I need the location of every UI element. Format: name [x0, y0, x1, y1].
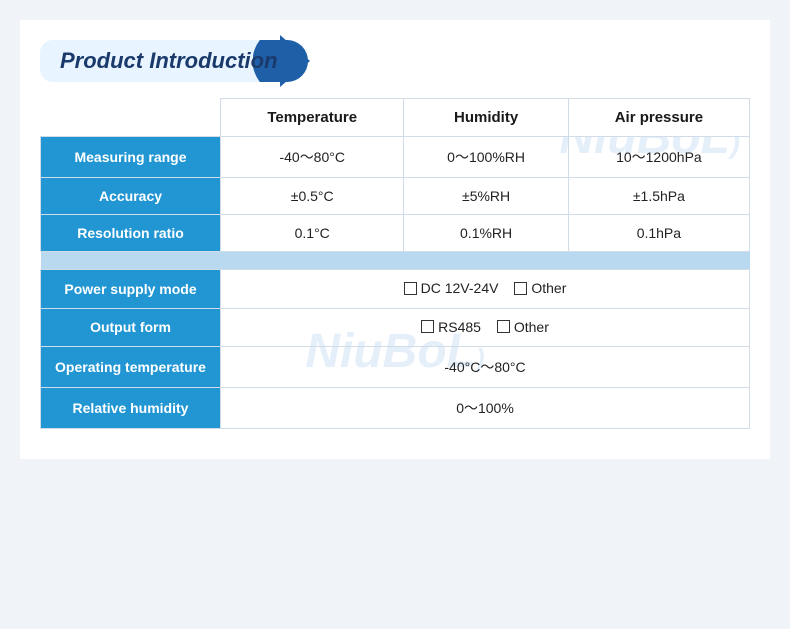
table-row-operating-temp: Operating temperature -40°C～80°C — [41, 347, 750, 388]
row-label-operating-temp: Operating temperature — [41, 347, 221, 388]
cell-pressure-range: 10～1200hPa — [568, 137, 749, 178]
table-row: Accuracy ±0.5°C ±5%RH ±1.5hPa — [41, 178, 750, 215]
cell-temp-resolution: 0.1°C — [221, 215, 404, 252]
col-header-airpressure: Air pressure — [568, 99, 749, 137]
checkbox-other-power-box — [514, 282, 527, 295]
title-banner: Product Introduction — [40, 40, 308, 82]
checkbox-rs485: RS485 — [421, 319, 481, 335]
checkbox-other-power-label: Other — [531, 280, 566, 296]
checkbox-dc-box — [404, 282, 417, 295]
cell-humid-accuracy: ±5%RH — [404, 178, 568, 215]
checkbox-other-power: Other — [514, 280, 566, 296]
checkbox-dc: DC 12V-24V — [404, 280, 499, 296]
row-label-output-form: Output form — [41, 308, 221, 347]
table-row-relative-humidity: Relative humidity 0～100% — [41, 388, 750, 429]
table-header-row: Temperature Humidity Air pressure — [41, 99, 750, 137]
cell-temp-accuracy: ±0.5°C — [221, 178, 404, 215]
checkbox-dc-label: DC 12V-24V — [421, 280, 499, 296]
checkbox-other-output-box — [497, 320, 510, 333]
table-row-power-supply: Power supply mode DC 12V-24V Other — [41, 270, 750, 309]
row-label-measuring-range: Measuring range — [41, 137, 221, 178]
table-row: Measuring range -40～80°C 0～100%RH 10～120… — [41, 137, 750, 178]
checkbox-other-output: Other — [497, 319, 549, 335]
checkbox-rs485-label: RS485 — [438, 319, 481, 335]
cell-humid-range: 0～100%RH — [404, 137, 568, 178]
checkbox-rs485-box — [421, 320, 434, 333]
col-header-temperature: Temperature — [221, 99, 404, 137]
row-label-relative-humidity: Relative humidity — [41, 388, 221, 429]
row-label-resolution: Resolution ratio — [41, 215, 221, 252]
cell-pressure-accuracy: ±1.5hPa — [568, 178, 749, 215]
cell-pressure-resolution: 0.1hPa — [568, 215, 749, 252]
table-row-output-form: Output form RS485 Other — [41, 308, 750, 347]
cell-output-form: RS485 Other — [221, 308, 750, 347]
cell-temp-range: -40～80°C — [221, 137, 404, 178]
specs-table: Temperature Humidity Air pressure Measur… — [40, 98, 750, 429]
row-label-accuracy: Accuracy — [41, 178, 221, 215]
cell-humid-resolution: 0.1%RH — [404, 215, 568, 252]
cell-relative-humidity: 0～100% — [221, 388, 750, 429]
page-title: Product Introduction — [60, 48, 278, 74]
table-row: Resolution ratio 0.1°C 0.1%RH 0.1hPa — [41, 215, 750, 252]
col-header-humidity: Humidity — [404, 99, 568, 137]
checkbox-other-output-label: Other — [514, 319, 549, 335]
cell-operating-temp: -40°C～80°C — [221, 347, 750, 388]
row-label-power-supply: Power supply mode — [41, 270, 221, 309]
col-header-empty — [41, 99, 221, 137]
cell-power-supply: DC 12V-24V Other — [221, 270, 750, 309]
spacer-row — [41, 252, 750, 270]
